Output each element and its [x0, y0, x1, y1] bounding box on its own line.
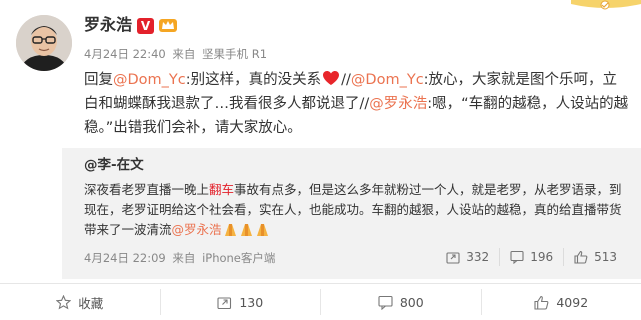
content-text: //: [341, 72, 351, 88]
thumbs-up-icon: [534, 295, 549, 310]
repost-source[interactable]: iPhone客户端: [202, 251, 275, 265]
repost-text: 深夜看老罗直播一晚上: [84, 182, 209, 197]
repost-comment-button[interactable]: 196: [499, 248, 563, 266]
repost-actions: 332 196 513: [436, 248, 627, 266]
mention-link[interactable]: @Dom_Yc: [351, 72, 424, 88]
post-time[interactable]: 4月24日 22:40: [84, 47, 166, 61]
author-name[interactable]: 罗永浩: [84, 15, 132, 35]
repost-source-prefix: 来自: [172, 251, 195, 265]
repost-comment-count: 196: [530, 248, 553, 266]
post-source[interactable]: 坚果手机 R1: [202, 47, 267, 61]
comment-count: 800: [400, 295, 424, 310]
share-icon: [446, 250, 460, 264]
favorite-button[interactable]: 收藏: [0, 289, 160, 315]
star-icon: [56, 295, 71, 310]
repost-like-button[interactable]: 513: [563, 248, 627, 266]
decorative-banner-icon: [571, 0, 641, 12]
vip-crown-icon[interactable]: [158, 16, 178, 34]
repost-author[interactable]: @李-在文: [84, 156, 144, 174]
repost-card[interactable]: @李-在文 深夜看老罗直播一晚上翻车事故有点多，但是这么多年就粉过一个人，就是老…: [62, 148, 641, 279]
like-button[interactable]: 4092: [481, 289, 641, 315]
share-icon: [217, 295, 232, 310]
weibo-post: 罗永浩 V 4月24日 22:40 来自 坚果手机 R1 回复@Dom_Yc:别…: [0, 0, 641, 319]
comment-icon: [378, 295, 393, 310]
repost-meta: 4月24日 22:09 来自 iPhone客户端: [84, 250, 278, 266]
favorite-label: 收藏: [78, 293, 103, 312]
repost-content: 深夜看老罗直播一晚上翻车事故有点多，但是这么多年就粉过一个人，就是老罗，从老罗语…: [84, 180, 629, 240]
repost-like-count: 513: [594, 248, 617, 266]
comment-icon: [510, 250, 524, 264]
author-avatar[interactable]: [16, 15, 72, 71]
heart-emoji-icon: [322, 70, 340, 86]
thumbs-up-icon: [574, 250, 588, 264]
post-meta: 4月24日 22:40 来自 坚果手机 R1: [84, 46, 270, 62]
pray-emoji-icon: [223, 221, 271, 237]
repost-share-count: 332: [466, 248, 489, 266]
like-count: 4092: [556, 295, 588, 310]
share-count: 130: [239, 295, 263, 310]
post-source-prefix: 来自: [172, 47, 195, 61]
comment-button[interactable]: 800: [320, 289, 481, 315]
topic-highlight-link[interactable]: 翻车: [209, 182, 234, 197]
content-text: 回复: [84, 72, 113, 88]
verified-badge-icon: V: [137, 18, 154, 34]
mention-link[interactable]: @罗永浩: [369, 96, 427, 112]
mention-link[interactable]: @罗永浩: [172, 222, 222, 237]
share-button[interactable]: 130: [160, 289, 321, 315]
content-text: :别这样，真的没关系: [186, 72, 321, 88]
mention-link[interactable]: @Dom_Yc: [113, 72, 186, 88]
repost-time[interactable]: 4月24日 22:09: [84, 251, 166, 265]
post-content: 回复@Dom_Yc:别这样，真的没关系//@Dom_Yc:放心，大家就是图个乐呵…: [84, 68, 629, 140]
repost-share-button[interactable]: 332: [436, 248, 499, 266]
post-action-bar: 收藏 130 800 4092: [0, 283, 641, 320]
